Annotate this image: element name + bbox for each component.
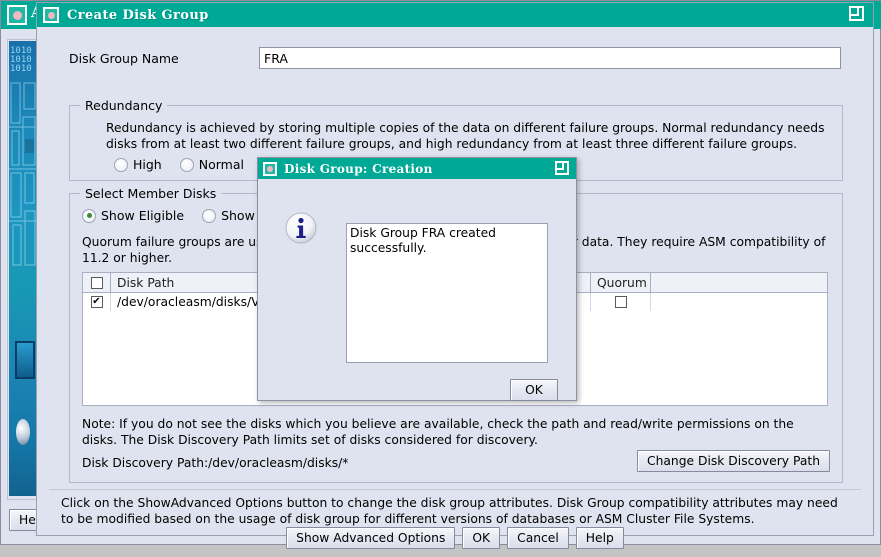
maximize-icon[interactable] bbox=[847, 5, 867, 26]
banner-chip-icon bbox=[15, 341, 35, 379]
redundancy-option-high[interactable]: High bbox=[114, 157, 162, 172]
redundancy-option-normal-label: Normal bbox=[198, 157, 244, 172]
window-menu-icon[interactable] bbox=[43, 7, 59, 23]
banner-binary-text: 1010 1010 1010 bbox=[10, 46, 32, 74]
disk-group-name-row: Disk Group Name bbox=[69, 47, 841, 69]
create-disk-group-title: Create Disk Group bbox=[67, 7, 209, 23]
dialog-message: Disk Group FRA created successfully. bbox=[346, 223, 548, 363]
row-quorum-checkbox[interactable] bbox=[614, 296, 627, 308]
cancel-button[interactable]: Cancel bbox=[507, 527, 569, 549]
disk-group-name-label: Disk Group Name bbox=[69, 50, 179, 66]
radio-mark-icon bbox=[179, 157, 194, 172]
screen: A 101010101010 bbox=[0, 0, 881, 557]
info-icon bbox=[284, 211, 318, 245]
select-all-checkbox[interactable] bbox=[90, 276, 103, 289]
show-advanced-options-button[interactable]: Show Advanced Options bbox=[286, 527, 456, 549]
row-spacer bbox=[651, 293, 827, 311]
banner-disc-icon bbox=[16, 419, 30, 445]
window-menu-icon[interactable] bbox=[7, 5, 27, 25]
redundancy-option-normal[interactable]: Normal bbox=[179, 157, 244, 172]
banner-circuit-art bbox=[9, 82, 39, 266]
dialog-title: Disk Group: Creation bbox=[284, 161, 433, 176]
select-member-disks-legend: Select Member Disks bbox=[80, 186, 222, 201]
window-menu-icon[interactable] bbox=[263, 161, 277, 176]
radio-mark-icon-selected bbox=[82, 208, 96, 223]
row-checkbox[interactable] bbox=[90, 296, 103, 308]
radio-mark-icon bbox=[202, 208, 217, 223]
table-header-quorum[interactable]: Quorum bbox=[591, 273, 651, 292]
window-menu-dot bbox=[267, 165, 273, 172]
window-menu-dot bbox=[12, 10, 22, 20]
ok-button[interactable]: OK bbox=[462, 527, 501, 549]
redundancy-option-high-label: High bbox=[133, 157, 162, 172]
create-disk-group-titlebar: Create Disk Group bbox=[37, 3, 873, 27]
row-quorum-cell[interactable] bbox=[591, 293, 651, 311]
table-header-spacer bbox=[651, 273, 827, 292]
member-disks-filter-group: Show Eligible Show All bbox=[82, 208, 274, 223]
filter-show-eligible[interactable]: Show Eligible bbox=[82, 208, 184, 223]
maximize-icon[interactable] bbox=[553, 160, 571, 180]
footer-button-bar: Show Advanced Options OK Cancel Help bbox=[37, 527, 873, 549]
help-button[interactable]: Help bbox=[575, 527, 624, 549]
change-disk-discovery-path-button[interactable]: Change Disk Discovery Path bbox=[637, 450, 830, 472]
dialog-ok-button[interactable]: OK bbox=[510, 379, 558, 401]
dialog-body: Disk Group FRA created successfully. OK bbox=[258, 179, 576, 401]
redundancy-description: Redundancy is achieved by storing multip… bbox=[106, 121, 825, 151]
advanced-options-note: Click on the ShowAdvanced Options button… bbox=[61, 496, 838, 526]
disk-group-name-input[interactable] bbox=[259, 47, 841, 69]
window-menu-dot bbox=[47, 11, 55, 19]
table-header-select-all[interactable] bbox=[83, 273, 111, 292]
dialog-titlebar: Disk Group: Creation bbox=[258, 158, 576, 179]
decorative-banner-image: 1010 1010 1010 bbox=[9, 41, 39, 496]
disk-group-creation-dialog: Disk Group: Creation Disk Group FRA crea… bbox=[257, 157, 577, 401]
member-disks-note: Note: If you do not see the disks which … bbox=[82, 417, 794, 447]
redundancy-legend: Redundancy bbox=[80, 98, 168, 113]
disk-discovery-path-label: Disk Discovery Path:/dev/oracleasm/disks… bbox=[82, 456, 349, 470]
footer-divider bbox=[49, 489, 861, 490]
radio-mark-icon bbox=[114, 157, 128, 172]
filter-show-eligible-label: Show Eligible bbox=[101, 208, 185, 223]
row-select-cell[interactable] bbox=[83, 293, 111, 311]
